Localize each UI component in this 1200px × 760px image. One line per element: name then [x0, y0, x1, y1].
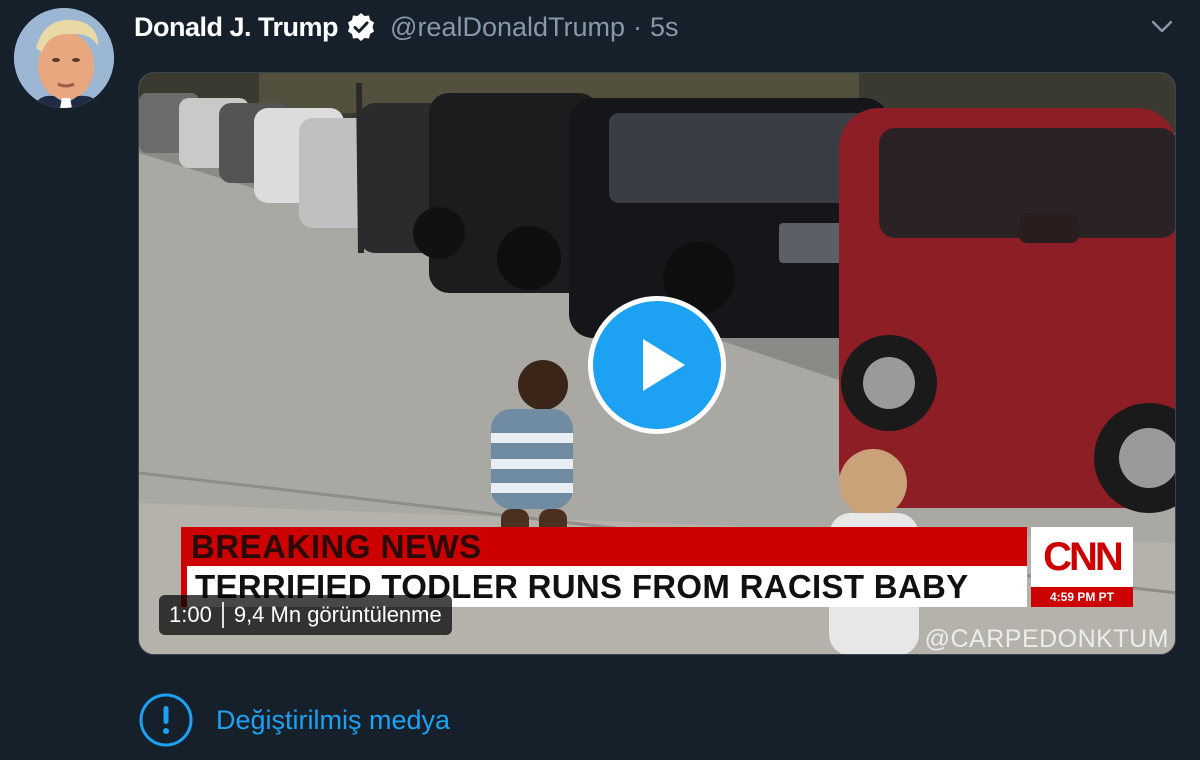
- header-separator: ·: [633, 11, 643, 42]
- video-views: 9,4 Mn görüntülenme: [233, 602, 442, 627]
- manipulated-media-notice[interactable]: Değiştirilmiş medya: [138, 692, 450, 748]
- network-time: 4:59 PM PT: [1031, 587, 1133, 607]
- verified-badge-icon: [346, 12, 376, 42]
- author-handle[interactable]: @realDonaldTrump: [390, 12, 625, 43]
- video-duration: 1:00: [169, 602, 212, 627]
- author-name[interactable]: Donald J. Trump: [134, 12, 339, 43]
- network-logo: CNN: [1043, 535, 1124, 579]
- chevron-down-icon[interactable]: [1150, 14, 1174, 38]
- manipulated-media-label[interactable]: Değiştirilmiş medya: [216, 705, 450, 736]
- avatar[interactable]: [14, 8, 114, 108]
- video-watermark: @CARPEDONKTUM: [924, 625, 1169, 653]
- tweet-header: Donald J. Trump @realDonaldTrump · 5s: [134, 8, 679, 46]
- chyron-breaking-label: BREAKING NEWS: [181, 527, 1027, 566]
- tweet: Donald J. Trump @realDonaldTrump · 5s BR…: [0, 0, 1200, 760]
- video-info-divider: [221, 602, 224, 628]
- video-info-pill: 1:00 9,4 Mn görüntülenme: [159, 595, 452, 635]
- play-button[interactable]: [588, 296, 726, 434]
- video-player[interactable]: BREAKING NEWS TERRIFIED TODLER RUNS FROM…: [138, 72, 1176, 655]
- network-logo-box: CNN 4:59 PM PT: [1031, 527, 1133, 607]
- exclamation-circle-icon: [138, 692, 194, 748]
- tweet-timestamp[interactable]: 5s: [650, 12, 679, 43]
